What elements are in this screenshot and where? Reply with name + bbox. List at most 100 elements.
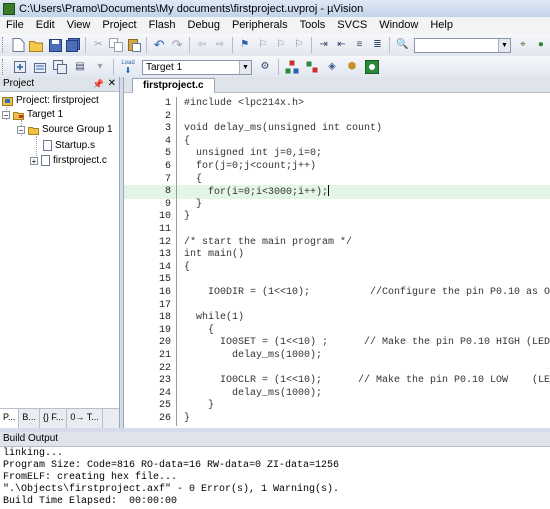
- tree-project-label: Project: firstproject: [16, 95, 99, 106]
- new-file-icon[interactable]: [12, 37, 26, 53]
- tab-project[interactable]: P...: [0, 409, 20, 428]
- rebuild-icon[interactable]: [52, 59, 68, 75]
- project-icon: [2, 96, 13, 106]
- debug-session-icon[interactable]: ●: [534, 37, 548, 53]
- menu-peripherals[interactable]: Peripherals: [226, 17, 294, 34]
- menu-edit[interactable]: Edit: [30, 17, 61, 34]
- bookmark-icon[interactable]: ⚑: [238, 37, 252, 53]
- menu-window[interactable]: Window: [373, 17, 424, 34]
- find-in-files-icon[interactable]: 🔍: [395, 37, 409, 53]
- file-icon: [43, 140, 52, 151]
- project-pane-header: Project 📌 ✕: [0, 77, 119, 92]
- title-bar: C:\Users\Pramo\Documents\My documents\fi…: [0, 0, 550, 18]
- build-output-line: Build Time Elapsed: 00:00:00: [3, 496, 178, 507]
- download-load-icon[interactable]: Load ⬇: [119, 59, 137, 75]
- build-output-line: FromELF: creating hex file...: [3, 472, 178, 483]
- target-options-icon[interactable]: ⚙: [257, 59, 273, 75]
- navigate-forward-icon[interactable]: ⇨: [213, 37, 227, 53]
- stop-build-icon[interactable]: ▾: [92, 59, 108, 75]
- pack-installer-icon[interactable]: ⬢: [344, 59, 360, 75]
- save-icon[interactable]: [48, 37, 62, 53]
- build-output-line: linking...: [3, 448, 64, 459]
- tree-target[interactable]: − Target 1: [2, 107, 63, 122]
- toolbar-separator: [113, 59, 114, 75]
- collapse-icon[interactable]: −: [2, 110, 10, 119]
- tab-firstproject-c[interactable]: firstproject.c: [132, 78, 215, 93]
- indent-icon[interactable]: ⇥: [317, 37, 331, 53]
- tree-file-firstproject-label: firstproject.c: [53, 155, 107, 166]
- paste-icon[interactable]: [127, 37, 142, 53]
- close-icon[interactable]: ✕: [108, 77, 116, 91]
- project-pane-tabs: P... B... {} F... 0→ T...: [0, 408, 119, 428]
- menu-project[interactable]: Project: [96, 17, 142, 34]
- tree-file-firstproject[interactable]: + firstproject.c: [30, 153, 107, 168]
- tab-templates[interactable]: 0→ T...: [67, 409, 103, 428]
- navigate-back-icon[interactable]: ⇦: [195, 37, 209, 53]
- find-combo[interactable]: ▼: [414, 37, 511, 53]
- collapse-icon[interactable]: −: [17, 125, 25, 134]
- editor-tab-strip: firstproject.c: [124, 77, 550, 93]
- extensions-icon[interactable]: [364, 59, 380, 75]
- build-output-line: ".\Objects\firstproject.axf" - 0 Error(s…: [3, 484, 340, 495]
- bookmark-clear-icon[interactable]: ⚐: [292, 37, 306, 53]
- file-toolbar: ✂ ↶ ↷ ⇦ ⇨ ⚑ ⚐ ⚐ ⚐ ⇥ ⇤ ≡ ≣ 🔍 ▼ ⌖ ●: [0, 34, 550, 57]
- target-select-value: Target 1: [146, 61, 183, 73]
- manage-project-items-icon[interactable]: [284, 59, 300, 75]
- build-output-title: Build Output: [0, 432, 550, 447]
- find-icon[interactable]: ⌖: [516, 37, 530, 53]
- pin-icon[interactable]: 📌: [93, 77, 104, 91]
- unindent-icon[interactable]: ⇤: [335, 37, 349, 53]
- project-pane-title: Project: [3, 78, 35, 89]
- chevron-down-icon[interactable]: ▼: [239, 60, 251, 74]
- menu-view[interactable]: View: [61, 17, 97, 34]
- tab-functions[interactable]: {} F...: [40, 409, 68, 428]
- expand-icon[interactable]: +: [30, 156, 38, 165]
- bookmark-next-icon[interactable]: ⚐: [274, 37, 288, 53]
- cut-icon[interactable]: ✂: [91, 37, 105, 53]
- menu-bar: File Edit View Project Flash Debug Perip…: [0, 17, 550, 34]
- toolbar-grip[interactable]: [2, 37, 7, 53]
- toolbar-separator: [85, 37, 87, 53]
- select-packs-icon[interactable]: [304, 59, 320, 75]
- code-area[interactable]: 1 #include <lpc214x.h> 2 3 void delay_ms(uns…: [124, 93, 550, 428]
- project-pane: Project 📌 ✕ Project: firstproject − Targ…: [0, 77, 120, 428]
- build-output-line: Program Size: Code=816 RO-data=16 RW-dat…: [3, 460, 340, 471]
- uncomment-icon[interactable]: ≣: [370, 37, 384, 53]
- undo-icon[interactable]: ↶: [152, 37, 166, 53]
- menu-debug[interactable]: Debug: [182, 17, 226, 34]
- bookmark-prev-icon[interactable]: ⚐: [256, 37, 270, 53]
- tab-books[interactable]: B...: [19, 409, 40, 428]
- target-select[interactable]: Target 1 ▼: [142, 59, 252, 75]
- menu-help[interactable]: Help: [424, 17, 459, 34]
- redo-icon[interactable]: ↷: [170, 37, 184, 53]
- chevron-down-icon[interactable]: ▼: [497, 38, 510, 52]
- code-line[interactable]: 26}: [124, 412, 550, 426]
- build-toolbar: ▤ ▾ Load ⬇ Target 1 ▼ ⚙ ◈ ⬢: [0, 56, 550, 79]
- file-icon: [41, 155, 50, 166]
- toolbar-separator: [310, 37, 312, 53]
- comment-icon[interactable]: ≡: [352, 37, 366, 53]
- save-all-icon[interactable]: [66, 37, 81, 53]
- toolbar-separator: [278, 59, 279, 75]
- code-text: }: [184, 413, 191, 424]
- manage-rte-icon[interactable]: ◈: [324, 59, 340, 75]
- menu-flash[interactable]: Flash: [143, 17, 182, 34]
- toolbar-grip[interactable]: [2, 59, 7, 75]
- menu-tools[interactable]: Tools: [294, 17, 332, 34]
- tree-source-group-label: Source Group 1: [42, 124, 113, 135]
- tree-project[interactable]: Project: firstproject: [2, 93, 99, 108]
- tree-file-startup[interactable]: Startup.s: [43, 138, 95, 153]
- load-arrow-icon: ⬇: [124, 65, 132, 75]
- toolbar-separator: [231, 37, 233, 53]
- copy-icon[interactable]: [109, 37, 124, 53]
- translate-icon[interactable]: [12, 59, 28, 75]
- open-folder-icon[interactable]: [29, 37, 44, 53]
- batch-build-icon[interactable]: ▤: [72, 59, 88, 75]
- build-icon[interactable]: [32, 59, 48, 75]
- tree-source-group[interactable]: − Source Group 1: [17, 122, 113, 137]
- menu-svcs[interactable]: SVCS: [331, 17, 373, 34]
- menu-file[interactable]: File: [0, 17, 30, 34]
- toolbar-separator: [146, 37, 148, 53]
- window-title: C:\Users\Pramo\Documents\My documents\fi…: [19, 2, 364, 15]
- toolbar-separator: [389, 37, 391, 53]
